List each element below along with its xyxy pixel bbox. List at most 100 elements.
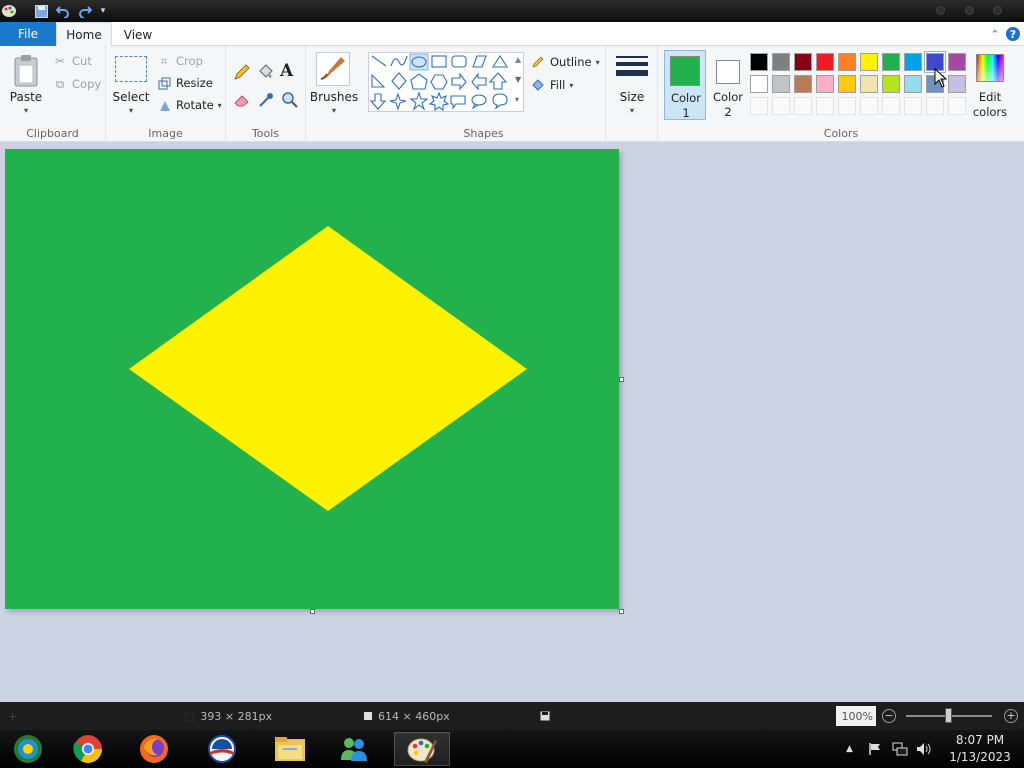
zoom-in-button[interactable]: + — [1004, 709, 1018, 723]
palette-swatch[interactable] — [882, 53, 900, 71]
palette-swatch[interactable] — [948, 53, 966, 71]
select-dropdown-icon[interactable]: ▾ — [108, 106, 154, 115]
tab-file[interactable]: File — [0, 22, 56, 46]
tools-group: A Tools — [226, 46, 306, 142]
pencil-icon[interactable] — [232, 62, 252, 82]
save-icon[interactable] — [32, 2, 50, 20]
palette-swatch[interactable] — [816, 53, 834, 71]
palette-custom-slot[interactable] — [926, 97, 944, 115]
palette-swatch[interactable] — [838, 75, 856, 93]
obama-logo-icon[interactable] — [194, 732, 250, 766]
magnifier-icon[interactable] — [280, 90, 300, 110]
palette-custom-slot[interactable] — [772, 97, 790, 115]
file-size-icon — [540, 702, 550, 730]
resize-handle-right[interactable] — [619, 377, 624, 382]
zoom-slider-thumb[interactable] — [945, 708, 952, 723]
fill-button[interactable]: Fill ▾ — [530, 76, 573, 94]
color1-label: Color — [670, 91, 702, 105]
rotate-button[interactable]: Rotate ▾ — [156, 96, 222, 114]
ribbon: Paste ▾ ✂ Cut ⧉ Copy Clipboard Select ▾ ⌗ C… — [0, 46, 1024, 142]
palette-swatch[interactable] — [904, 53, 922, 71]
zoom-out-button[interactable]: − — [882, 709, 896, 723]
crop-button[interactable]: ⌗ Crop — [156, 52, 203, 70]
collapse-ribbon-icon[interactable]: ⌃ — [988, 27, 1002, 41]
palette-custom-slot[interactable] — [948, 97, 966, 115]
scissors-icon: ✂ — [55, 54, 65, 68]
shapes-expand-icon[interactable]: ▾ — [515, 95, 519, 104]
select-button-label[interactable]: Select — [108, 90, 154, 104]
network-icon[interactable] — [892, 730, 908, 768]
resize-handle-corner[interactable] — [619, 609, 624, 614]
close-button[interactable] — [993, 6, 1002, 15]
palette-swatch[interactable] — [860, 75, 878, 93]
resize-button[interactable]: Resize — [156, 74, 213, 92]
text-tool-icon[interactable]: A — [280, 61, 300, 81]
palette-custom-slot[interactable] — [838, 97, 856, 115]
drawing-canvas[interactable] — [5, 149, 619, 609]
palette-custom-slot[interactable] — [816, 97, 834, 115]
action-center-flag-icon[interactable] — [868, 730, 882, 768]
copy-icon: ⧉ — [55, 76, 65, 91]
cut-button[interactable]: ✂ Cut — [52, 52, 92, 70]
paste-dropdown-icon[interactable]: ▾ — [4, 106, 48, 115]
size-button-label[interactable]: Size — [606, 90, 658, 104]
palette-swatch[interactable] — [838, 53, 856, 71]
edit-colors-button[interactable]: Edit colors — [972, 52, 1008, 120]
firefox-icon[interactable] — [126, 732, 182, 766]
redo-icon[interactable] — [76, 2, 94, 20]
palette-swatch[interactable] — [750, 53, 768, 71]
resize-icon — [156, 75, 172, 91]
customize-toolbar-icon[interactable]: ▾ — [97, 2, 109, 20]
palette-custom-slot[interactable] — [860, 97, 878, 115]
messenger-icon[interactable] — [326, 732, 382, 766]
brushes-icon[interactable] — [316, 52, 350, 86]
palette-custom-slot[interactable] — [794, 97, 812, 115]
palette-swatch[interactable] — [882, 75, 900, 93]
copy-button[interactable]: ⧉ Copy — [52, 75, 101, 93]
palette-custom-slot[interactable] — [750, 97, 768, 115]
show-hidden-icons[interactable]: ▲ — [846, 730, 853, 768]
minimize-button[interactable] — [936, 6, 945, 15]
palette-swatch[interactable] — [772, 53, 790, 71]
paste-button-label[interactable]: Paste — [4, 90, 48, 104]
maximize-button[interactable] — [965, 6, 974, 15]
line-size-icon[interactable] — [616, 54, 648, 82]
shapes-scroll-down-icon[interactable]: ▼ — [515, 75, 521, 84]
fill-bucket-small-icon — [530, 77, 546, 93]
brushes-dropdown-icon[interactable]: ▾ — [306, 106, 362, 115]
color-picker-icon[interactable] — [256, 90, 276, 110]
undo-icon[interactable] — [54, 2, 72, 20]
volume-icon[interactable] — [916, 730, 932, 768]
palette-swatch[interactable] — [948, 75, 966, 93]
media-center-icon[interactable] — [0, 732, 56, 766]
palette-swatch[interactable] — [904, 75, 922, 93]
palette-swatch[interactable] — [860, 53, 878, 71]
paint-icon[interactable] — [394, 732, 450, 766]
paste-icon[interactable] — [12, 54, 42, 88]
brushes-button-label[interactable]: Brushes — [306, 90, 362, 104]
resize-handle-bottom[interactable] — [310, 609, 315, 614]
paint-app-icon[interactable] — [0, 2, 18, 20]
system-clock[interactable]: 8:07 PM 1/13/2023 — [944, 732, 1016, 766]
palette-swatch[interactable] — [772, 75, 790, 93]
canvas-workspace[interactable] — [0, 143, 1024, 702]
palette-swatch[interactable] — [794, 75, 812, 93]
outline-button[interactable]: Outline ▾ — [530, 53, 600, 71]
palette-custom-slot[interactable] — [904, 97, 922, 115]
color1-selector[interactable]: Color 1 — [664, 50, 706, 120]
select-icon[interactable] — [115, 56, 147, 82]
color2-selector[interactable]: Color 2 — [708, 50, 748, 120]
file-explorer-icon[interactable] — [262, 732, 318, 766]
eraser-icon[interactable] — [232, 90, 252, 110]
palette-swatch[interactable] — [750, 75, 768, 93]
palette-swatch[interactable] — [816, 75, 834, 93]
chrome-icon[interactable] — [60, 732, 116, 766]
help-icon[interactable]: ? — [1006, 27, 1020, 41]
fill-bucket-icon[interactable] — [256, 62, 276, 82]
palette-swatch[interactable] — [794, 53, 812, 71]
shapes-scroll-up-icon[interactable]: ▲ — [515, 55, 521, 64]
palette-custom-slot[interactable] — [882, 97, 900, 115]
size-dropdown-icon[interactable]: ▾ — [606, 106, 658, 115]
tab-home[interactable]: Home — [56, 22, 112, 47]
tab-view[interactable]: View — [118, 22, 158, 47]
